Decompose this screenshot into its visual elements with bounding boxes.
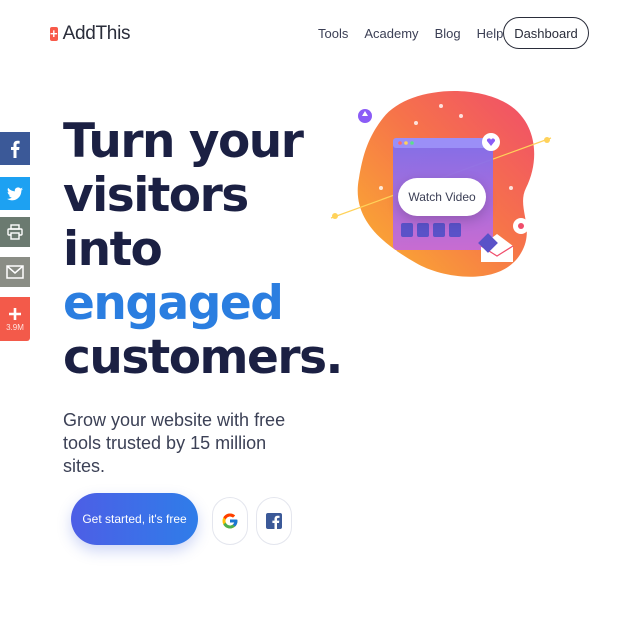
watch-video-button[interactable]: Watch Video <box>398 178 486 216</box>
nav-item-help[interactable]: Help <box>477 26 504 41</box>
google-signup-button[interactable] <box>212 497 248 545</box>
facebook-icon <box>266 513 282 529</box>
hero-subtitle: Grow your website with free tools truste… <box>63 410 286 476</box>
hero-line-accent: engaged <box>63 276 284 331</box>
get-started-button[interactable]: Get started, it's free <box>71 493 198 545</box>
email-icon <box>6 265 24 279</box>
share-more-button[interactable]: 3.9M <box>0 297 30 341</box>
hero-heading: Turn your visitors into engaged customer… <box>63 114 343 385</box>
hero-line-2: visitors <box>63 168 249 223</box>
share-print-button[interactable] <box>0 217 30 247</box>
share-count: 3.9M <box>6 322 24 332</box>
plus-icon <box>9 307 21 320</box>
google-icon <box>222 513 238 529</box>
logo-text: AddThis <box>62 23 131 44</box>
dashboard-button[interactable]: Dashboard <box>503 17 589 49</box>
top-nav: Tools Academy Blog Help <box>318 22 519 44</box>
nav-item-blog[interactable]: Blog <box>435 26 461 41</box>
addthis-logo[interactable]: + AddThis <box>50 20 131 48</box>
addthis-plus-icon: + <box>50 26 58 41</box>
twitter-icon <box>7 186 23 200</box>
share-facebook-button[interactable] <box>0 132 30 165</box>
nav-item-academy[interactable]: Academy <box>364 26 418 41</box>
hero-line-3: into <box>63 222 163 277</box>
print-icon <box>7 224 23 240</box>
hero-line-1: Turn your <box>63 114 304 169</box>
hero-line-5: customers. <box>63 330 343 385</box>
share-twitter-button[interactable] <box>0 177 30 210</box>
share-email-button[interactable] <box>0 257 30 287</box>
facebook-icon <box>11 140 20 158</box>
nav-item-tools[interactable]: Tools <box>318 26 348 41</box>
facebook-signup-button[interactable] <box>256 497 292 545</box>
